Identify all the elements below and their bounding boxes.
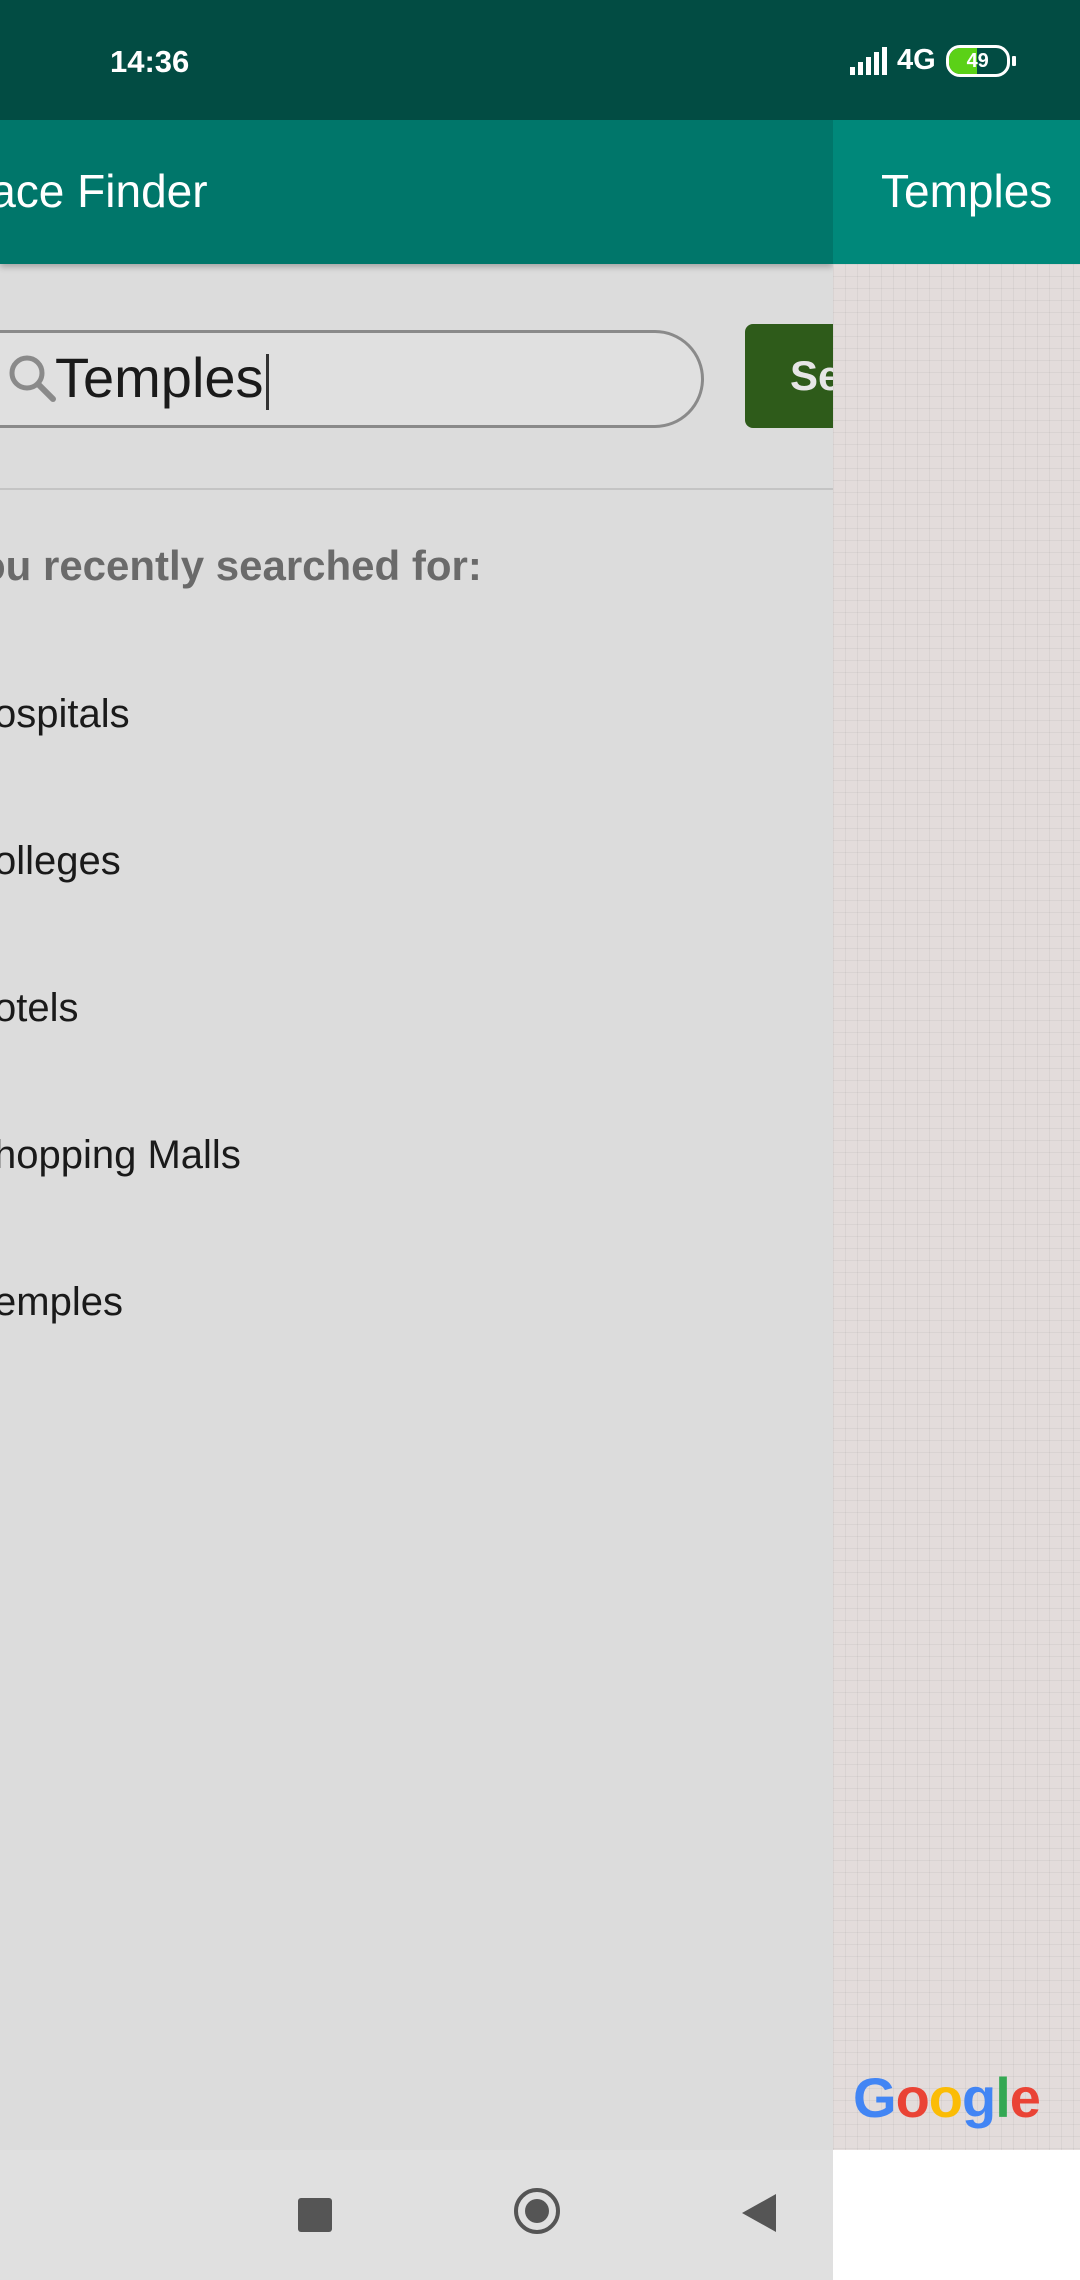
battery-tip — [1011, 55, 1016, 66]
search-input[interactable]: Temples — [0, 330, 704, 428]
map-view[interactable]: Temples Google — [833, 120, 1080, 2150]
recent-search-item[interactable]: emples — [0, 1280, 123, 1325]
status-bar: 14:36 4G 49 — [0, 0, 1080, 120]
recent-search-item[interactable]: olleges — [0, 839, 121, 884]
battery-icon: 49 — [945, 44, 1010, 77]
status-icons: 4G 49 — [850, 44, 1016, 77]
recents-square-icon[interactable] — [298, 2198, 332, 2232]
text-caret — [265, 354, 269, 411]
search-icon — [9, 355, 56, 402]
network-type: 4G — [897, 44, 936, 76]
status-time: 14:36 — [110, 44, 190, 79]
google-logo: Google — [853, 2066, 1041, 2129]
map-app-bar: Temples — [833, 120, 1080, 264]
search-drawer: lace Finder Temples Se ou recently searc… — [0, 120, 833, 2280]
search-input-value[interactable]: Temples — [55, 347, 269, 411]
signal-icon — [850, 46, 887, 75]
system-nav-bar — [0, 2150, 833, 2280]
search-button[interactable]: Se — [745, 324, 833, 428]
map-title: Temples — [881, 165, 1053, 217]
nav-bar-right-area — [833, 2150, 1080, 2280]
recent-search-item[interactable]: otels — [0, 986, 79, 1031]
divider — [0, 488, 833, 490]
recent-search-item[interactable]: ospitals — [0, 692, 130, 737]
battery-percent: 49 — [966, 49, 989, 72]
back-triangle-icon[interactable] — [742, 2194, 776, 2232]
recent-searches-heading: ou recently searched for: — [0, 542, 482, 589]
drawer-app-bar: lace Finder — [0, 120, 833, 264]
drawer-title: lace Finder — [0, 165, 208, 217]
recent-search-item[interactable]: hopping Malls — [0, 1133, 241, 1178]
home-circle-icon[interactable] — [514, 2188, 560, 2234]
